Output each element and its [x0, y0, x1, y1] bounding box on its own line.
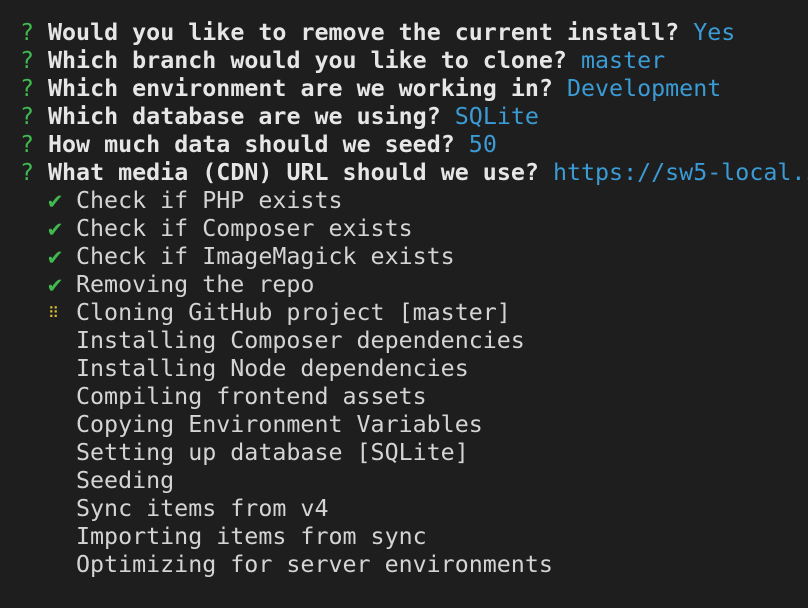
prompt-question: Which branch would you like to clone? — [48, 47, 567, 74]
task-label: Installing Node dependencies — [76, 355, 469, 382]
task-item: ⠿ Cloning GitHub project [master] — [20, 299, 808, 327]
task-item: Importing items from sync — [20, 523, 808, 551]
task-item: ✔ Removing the repo — [20, 271, 808, 299]
task-label: Seeding — [76, 467, 175, 494]
prompt-line: ? Which environment are we working in? De… — [20, 75, 808, 103]
task-label: Check if Composer exists — [76, 215, 413, 242]
prompt-answer: SQLite — [454, 103, 539, 130]
task-label: Compiling frontend assets — [76, 383, 427, 410]
task-item: Copying Environment Variables — [20, 411, 808, 439]
task-label: Installing Composer dependencies — [76, 327, 525, 354]
task-label: Check if PHP exists — [76, 187, 343, 214]
prompt-answer: https://sw5-local.s — [552, 159, 808, 186]
prompt-line: ? Which database are we using? SQLite — [20, 103, 808, 131]
task-label: Check if ImageMagick exists — [76, 243, 455, 270]
task-item: Setting up database [SQLite] — [20, 439, 808, 467]
task-item: ✔ Check if PHP exists — [20, 187, 808, 215]
prompt-question: Which database are we using? — [48, 103, 441, 130]
prompt-question: Would you like to remove the current ins… — [48, 19, 680, 46]
prompt-question: What media (CDN) URL should we use? — [48, 159, 539, 186]
task-item: ✔ Check if Composer exists — [20, 215, 808, 243]
check-icon: ✔ — [48, 215, 63, 242]
prompt-question: How much data should we seed? — [48, 131, 455, 158]
question-mark-icon: ? — [20, 47, 35, 74]
question-mark-icon: ? — [20, 103, 35, 130]
terminal-window[interactable]: ? Would you like to remove the current in… — [0, 0, 808, 608]
prompt-answer: master — [581, 47, 666, 74]
task-label: Removing the repo — [76, 271, 315, 298]
spinner-icon: ⠿ — [48, 304, 59, 322]
terminal-output: ? Would you like to remove the current in… — [20, 19, 808, 579]
task-item: ✔ Check if ImageMagick exists — [20, 243, 808, 271]
check-icon: ✔ — [48, 271, 63, 298]
check-icon: ✔ — [48, 187, 63, 214]
prompt-question: Which environment are we working in? — [48, 75, 553, 102]
prompt-line: ? Would you like to remove the current in… — [20, 19, 808, 47]
question-mark-icon: ? — [20, 159, 35, 186]
task-list: ✔ Check if PHP exists ✔ Check if Composer e… — [20, 187, 808, 579]
task-label: Setting up database [SQLite] — [76, 439, 469, 466]
task-item: Compiling frontend assets — [20, 383, 808, 411]
task-item: Installing Node dependencies — [20, 355, 808, 383]
prompt-list: ? Would you like to remove the current in… — [20, 19, 808, 187]
task-item: Optimizing for server environments — [20, 551, 808, 579]
prompt-answer: Development — [566, 75, 722, 102]
question-mark-icon: ? — [20, 19, 35, 46]
question-mark-icon: ? — [20, 131, 35, 158]
prompt-line: ? How much data should we seed? 50 — [20, 131, 808, 159]
task-label: Cloning GitHub project [master] — [76, 299, 511, 326]
task-label: Optimizing for server environments — [76, 551, 553, 578]
check-icon: ✔ — [48, 243, 63, 270]
question-mark-icon: ? — [20, 75, 35, 102]
prompt-answer: 50 — [468, 131, 497, 158]
task-label: Importing items from sync — [76, 523, 427, 550]
task-label: Copying Environment Variables — [76, 411, 483, 438]
task-item: Installing Composer dependencies — [20, 327, 808, 355]
prompt-answer: Yes — [693, 19, 736, 46]
task-label: Sync items from v4 — [76, 495, 329, 522]
task-item: Seeding — [20, 467, 808, 495]
prompt-line: ? Which branch would you like to clone? m… — [20, 47, 808, 75]
prompt-line: ? What media (CDN) URL should we use? htt… — [20, 159, 808, 187]
task-item: Sync items from v4 — [20, 495, 808, 523]
